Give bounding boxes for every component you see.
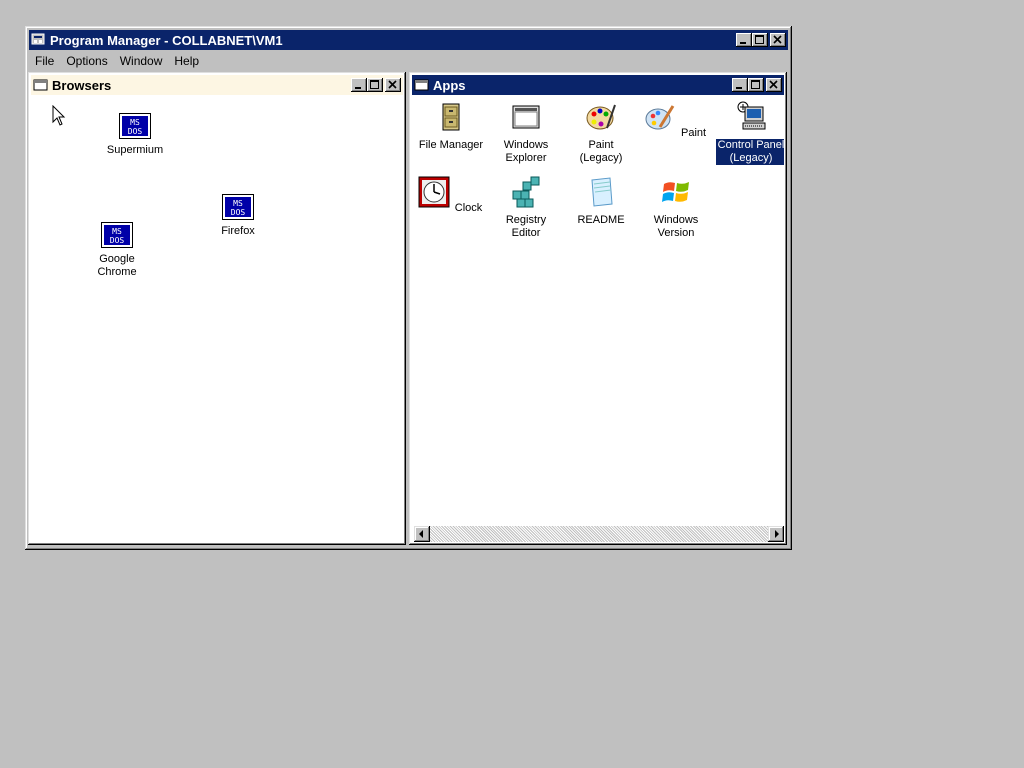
icon-google-chrome[interactable]: MS DOS Google Chrome	[80, 220, 154, 279]
maximize-button[interactable]	[752, 33, 768, 47]
icon-registry-editor[interactable]: Registry Editor	[489, 176, 563, 240]
apps-group-window[interactable]: Apps File Manager Windows Explorer Paint…	[409, 72, 787, 545]
icon-label: Windows Version	[653, 214, 699, 239]
group-window-icon	[33, 79, 48, 91]
icon-label: File Manager	[418, 139, 484, 151]
browsers-group-window[interactable]: Browsers MS DOS Supermium MS DOS Firefox…	[28, 72, 406, 545]
window-icon	[512, 105, 540, 129]
group-window-icon	[414, 79, 429, 91]
registry-cubes-icon	[512, 176, 540, 208]
apps-client-area: File Manager Windows Explorer Paint (Leg…	[414, 97, 784, 524]
icon-clock[interactable]: Clock	[414, 176, 488, 215]
icon-readme[interactable]: README	[564, 176, 638, 227]
icon-label: Paint (Legacy)	[579, 139, 623, 164]
minimize-button[interactable]	[736, 33, 752, 47]
icon-label: Windows Explorer	[503, 139, 549, 164]
icon-paint-legacy[interactable]: Paint (Legacy)	[564, 101, 638, 165]
browsers-client-area: MS DOS Supermium MS DOS Firefox MS DOS Goog…	[33, 97, 403, 542]
menu-window[interactable]: Window	[114, 54, 169, 68]
icon-label: Control Panel (Legacy)	[715, 139, 784, 165]
mouse-cursor-icon	[52, 105, 66, 126]
control-panel-icon	[737, 101, 766, 130]
icon-file-manager[interactable]: File Manager	[414, 101, 488, 152]
apps-titlebar[interactable]: Apps	[412, 75, 784, 95]
maximize-button[interactable]	[748, 78, 764, 92]
scroll-left-button[interactable]	[414, 526, 430, 542]
msdos-icon: MS DOS	[101, 222, 133, 248]
icon-windows-version[interactable]: Windows Version	[639, 176, 713, 240]
palette-icon	[586, 104, 616, 130]
icon-label: README	[577, 214, 625, 226]
icon-windows-explorer[interactable]: Windows Explorer	[489, 101, 563, 165]
menu-options[interactable]: Options	[60, 54, 113, 68]
program-manager-titlebar[interactable]: Program Manager - COLLABNET\VM1	[29, 30, 788, 50]
program-manager-icon	[31, 33, 45, 45]
minimize-button[interactable]	[732, 78, 748, 92]
icon-label: Paint	[680, 127, 707, 139]
maximize-button[interactable]	[367, 78, 383, 92]
close-button[interactable]	[770, 33, 786, 47]
icon-label: Registry Editor	[505, 214, 547, 239]
icon-label: Clock	[454, 202, 483, 214]
clock-icon	[418, 176, 450, 208]
windows-logo-icon	[662, 182, 689, 202]
close-button[interactable]	[385, 78, 401, 92]
apps-title: Apps	[433, 77, 466, 93]
msdos-icon: MS DOS	[222, 194, 254, 220]
icon-firefox[interactable]: MS DOS Firefox	[201, 192, 275, 238]
icon-label: Google Chrome	[97, 253, 137, 278]
browsers-title: Browsers	[52, 77, 112, 93]
program-manager-window[interactable]: Program Manager - COLLABNET\VM1 File Opt…	[25, 26, 792, 550]
horizontal-scrollbar[interactable]	[414, 526, 784, 542]
menu-bar: File Options Window Help	[29, 52, 205, 70]
icon-label: Supermium	[106, 144, 164, 156]
icon-supermium[interactable]: MS DOS Supermium	[98, 111, 172, 157]
msdos-icon: MS DOS	[119, 113, 151, 139]
close-button[interactable]	[766, 78, 782, 92]
minimize-button[interactable]	[351, 78, 367, 92]
icon-label: Firefox	[221, 225, 255, 237]
notepad-icon	[591, 177, 613, 207]
browsers-titlebar[interactable]: Browsers	[31, 75, 403, 95]
menu-help[interactable]: Help	[168, 54, 205, 68]
palette-brush-icon	[645, 105, 675, 130]
scroll-right-button[interactable]	[768, 526, 784, 542]
icon-paint[interactable]: Paint	[639, 101, 713, 140]
scroll-track[interactable]	[430, 526, 768, 542]
window-title: Program Manager - COLLABNET\VM1	[50, 32, 283, 48]
icon-control-panel-legacy[interactable]: Control Panel (Legacy)	[714, 101, 784, 165]
file-cabinet-icon	[442, 103, 460, 131]
menu-file[interactable]: File	[29, 54, 60, 68]
